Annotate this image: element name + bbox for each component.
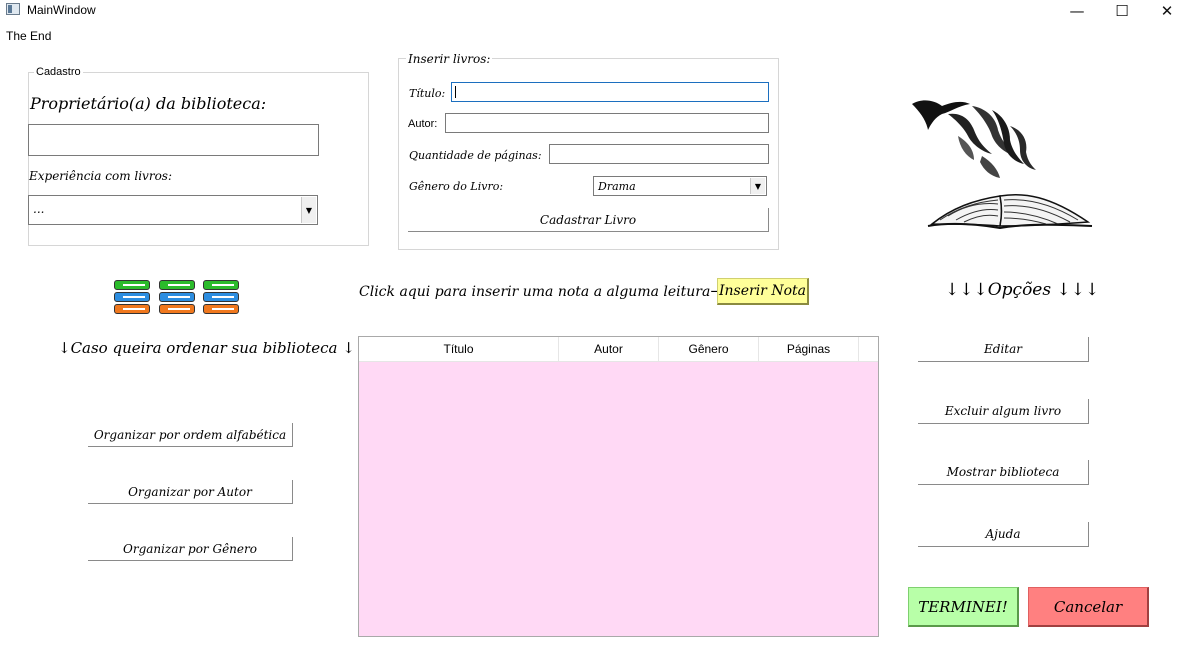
open-book-birds-illustration: [912, 100, 1093, 230]
genero-select[interactable]: Drama ▼: [593, 176, 767, 196]
books-stack-icon: [114, 280, 150, 314]
window-title: MainWindow: [27, 3, 96, 17]
genero-label: Gênero do Livro:: [409, 180, 504, 193]
mostrar-biblioteca-button[interactable]: Mostrar biblioteca: [918, 460, 1089, 485]
inserir-legend: Inserir livros:: [406, 52, 493, 66]
minimize-button[interactable]: —: [1054, 0, 1100, 22]
cadastro-legend: Cadastro: [34, 66, 83, 78]
column-header-autor[interactable]: Autor: [559, 337, 659, 361]
paginas-label: Quantidade de páginas:: [409, 149, 542, 162]
chevron-down-icon[interactable]: ▼: [750, 178, 765, 194]
sort-heading: ↓Caso queira ordenar sua biblioteca ↓: [58, 339, 355, 357]
close-button[interactable]: ✕: [1144, 0, 1189, 22]
editar-button[interactable]: Editar: [918, 337, 1089, 362]
books-table[interactable]: Título Autor Gênero Páginas: [358, 336, 879, 637]
autor-input[interactable]: [445, 113, 769, 133]
owner-input[interactable]: [28, 124, 319, 156]
cancelar-button[interactable]: Cancelar: [1028, 587, 1149, 627]
titulo-input[interactable]: [451, 82, 769, 102]
maximize-button[interactable]: ☐: [1099, 0, 1145, 22]
books-stack-icon: [203, 280, 239, 314]
paginas-input[interactable]: [549, 144, 769, 164]
app-icon: [6, 3, 20, 15]
table-header: Título Autor Gênero Páginas: [359, 337, 878, 362]
autor-label: Autor:: [408, 118, 438, 130]
books-icon-row: [114, 280, 240, 314]
terminei-button[interactable]: TERMINEI!: [908, 587, 1019, 627]
sort-author-button[interactable]: Organizar por Autor: [88, 480, 293, 504]
titulo-label: Título:: [409, 87, 446, 100]
excluir-livro-button[interactable]: Excluir algum livro: [918, 399, 1089, 424]
column-header-titulo[interactable]: Título: [359, 337, 559, 361]
genero-value: Drama: [598, 180, 636, 193]
menu-the-end[interactable]: The End: [6, 29, 51, 43]
chevron-down-icon[interactable]: ▼: [301, 197, 316, 223]
nota-prompt: Click aqui para inserir uma nota a algum…: [359, 284, 731, 300]
column-header-paginas[interactable]: Páginas: [759, 337, 859, 361]
title-bar: MainWindow — ☐ ✕: [0, 0, 1189, 22]
experience-value: ...: [33, 202, 45, 216]
text-caret: [455, 86, 456, 98]
experience-label: Experiência com livros:: [29, 169, 172, 183]
inserir-nota-button[interactable]: Inserir Nota: [717, 278, 809, 305]
sort-alphabetical-button[interactable]: Organizar por ordem alfabética: [88, 423, 293, 447]
options-heading: ↓↓↓Opções ↓↓↓: [945, 280, 1100, 300]
ajuda-button[interactable]: Ajuda: [918, 522, 1089, 547]
books-stack-icon: [159, 280, 195, 314]
sort-genre-button[interactable]: Organizar por Gênero: [88, 537, 293, 561]
experience-select[interactable]: ... ▼: [28, 195, 318, 225]
column-header-genero[interactable]: Gênero: [659, 337, 759, 361]
owner-label: Proprietário(a) da biblioteca:: [30, 94, 267, 113]
cadastrar-livro-button[interactable]: Cadastrar Livro: [408, 208, 769, 232]
